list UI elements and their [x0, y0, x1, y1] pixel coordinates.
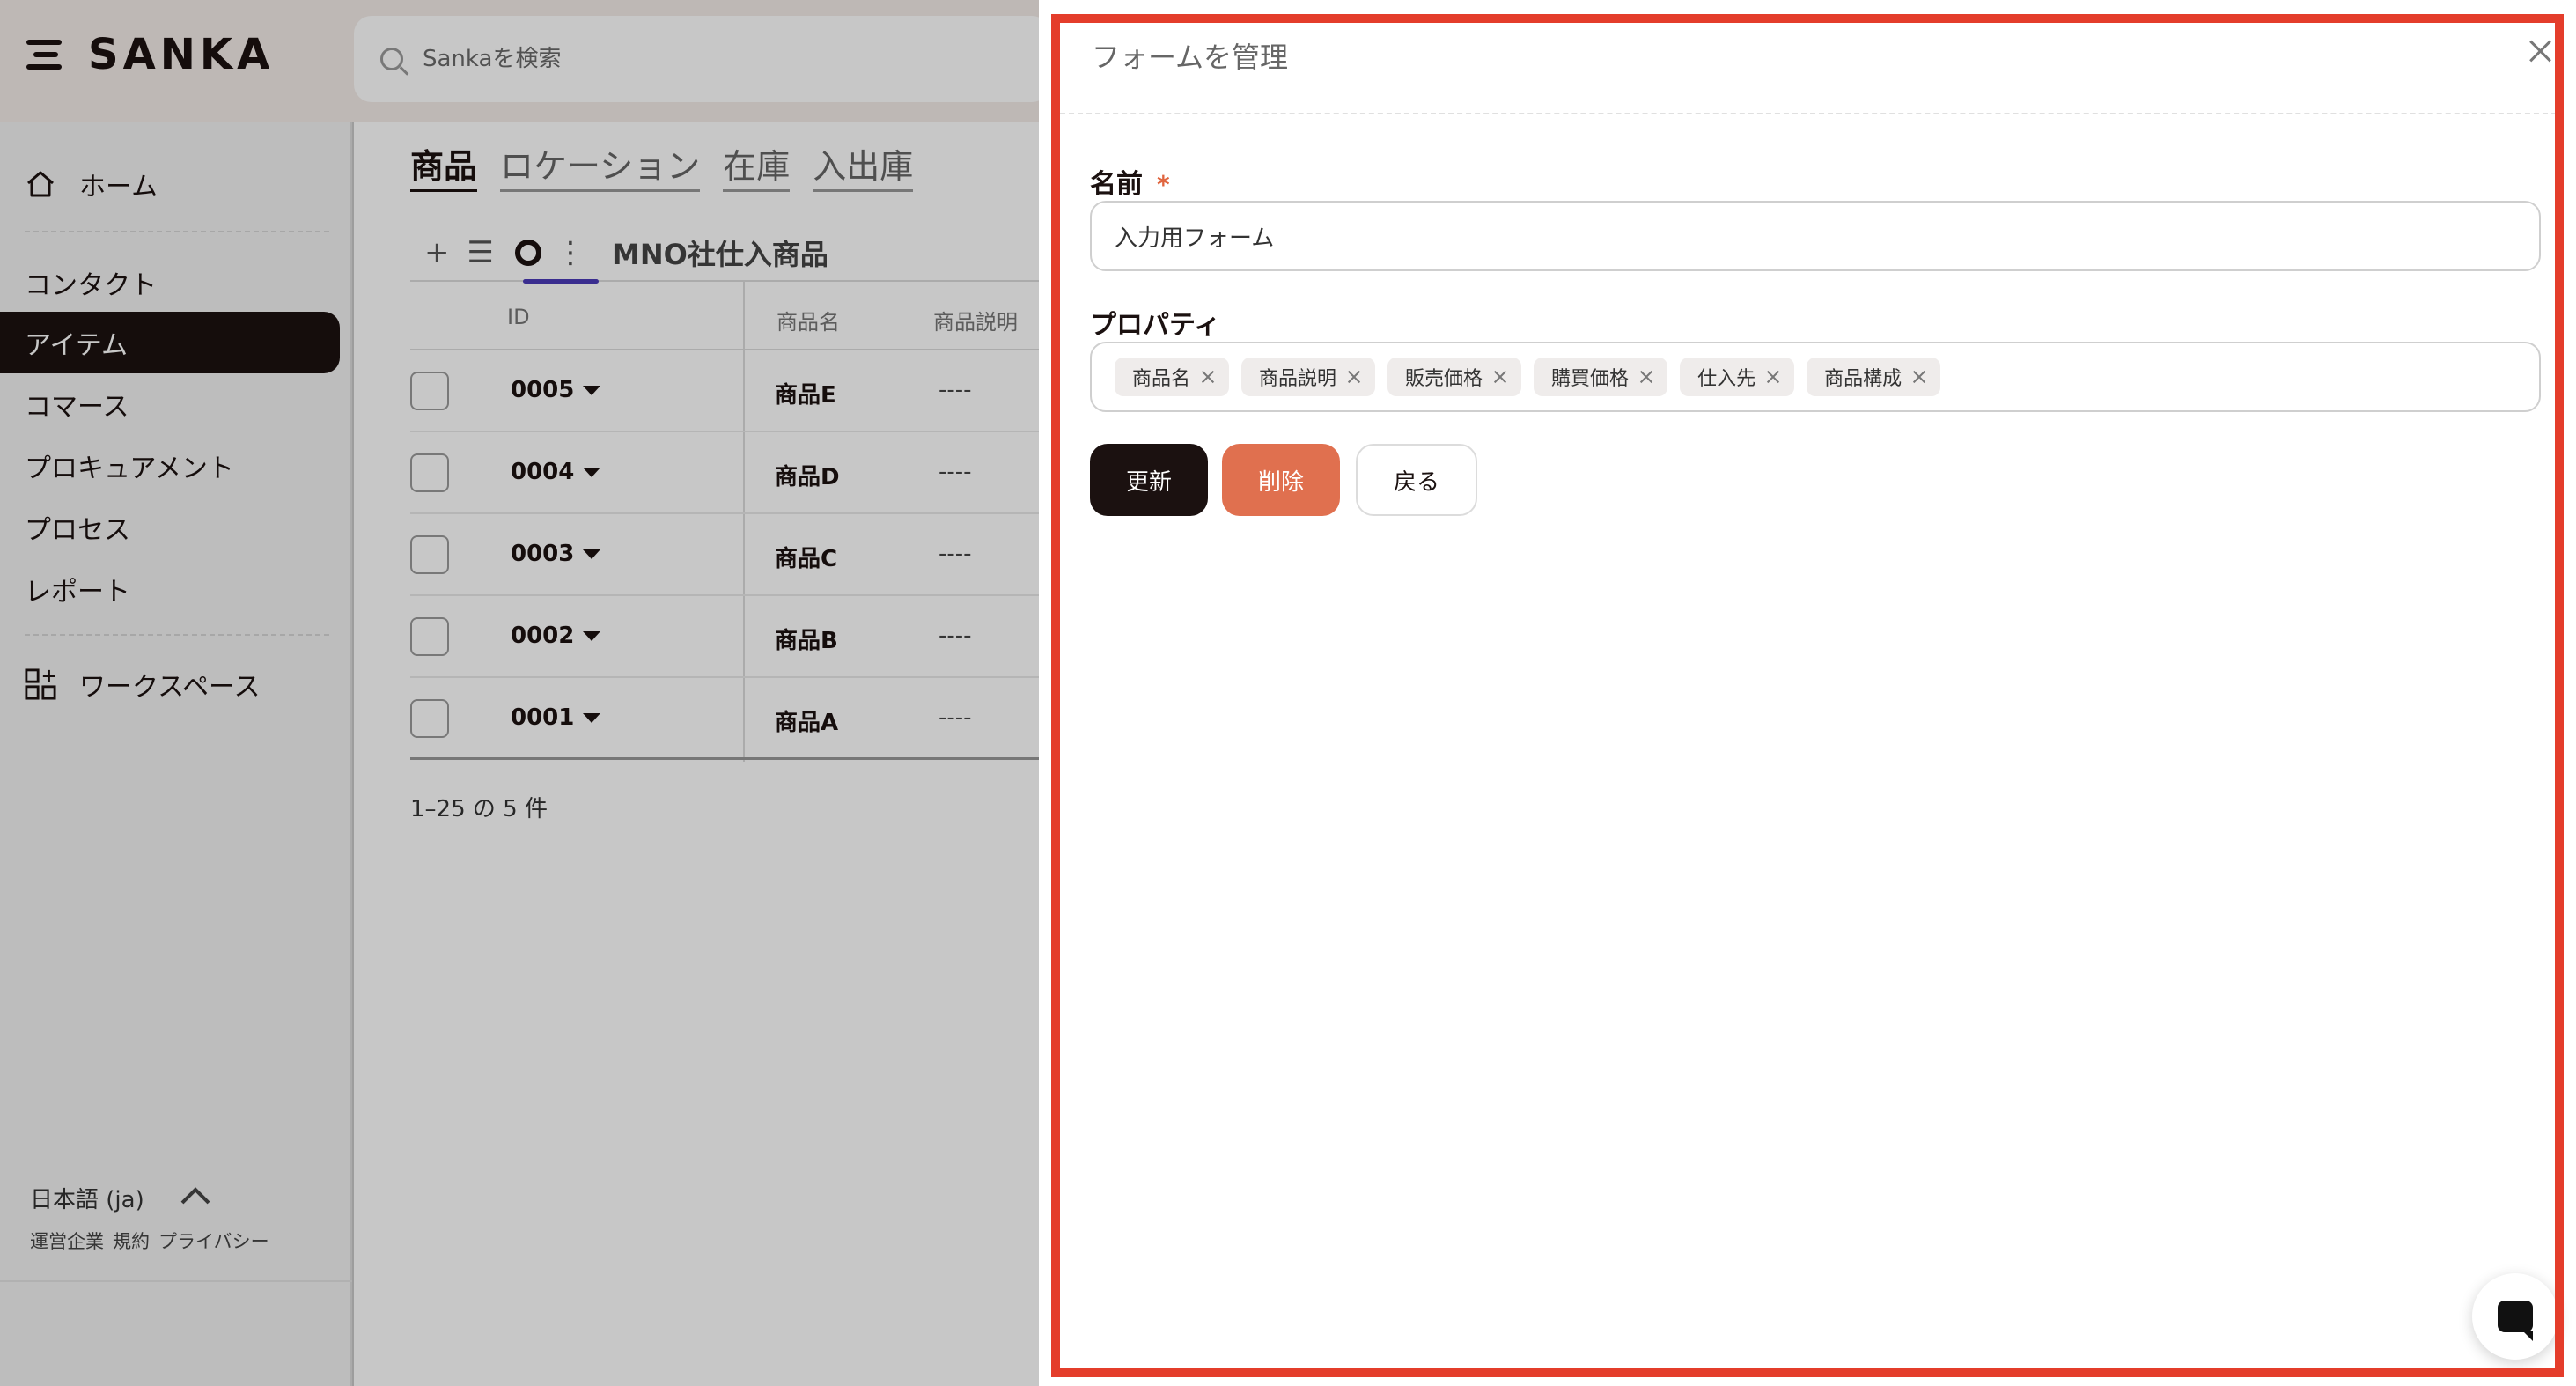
properties-multiselect[interactable]: 商品名 商品説明 販売価格 購買価格 仕入先 商品構成	[1090, 342, 2541, 412]
name-field-label: 名前 *	[1090, 162, 1170, 201]
remove-chip-icon[interactable]	[1912, 370, 1926, 384]
chip-label: 仕入先	[1697, 368, 1756, 390]
chip-label: 販売価格	[1405, 368, 1483, 390]
required-mark: *	[1157, 170, 1170, 199]
chip-label: 購買価格	[1551, 368, 1630, 390]
chip-label: 商品構成	[1824, 368, 1903, 390]
remove-chip-icon[interactable]	[1639, 370, 1653, 384]
drawer-divider	[1060, 113, 2557, 114]
property-chip: 仕入先	[1680, 358, 1795, 396]
property-chip: 商品名	[1115, 358, 1230, 396]
name-label-text: 名前	[1090, 169, 1143, 200]
property-chip: 商品説明	[1241, 358, 1376, 396]
chat-icon	[2498, 1301, 2533, 1341]
chat-button[interactable]	[2472, 1273, 2558, 1360]
form-name-input[interactable]	[1090, 201, 2541, 271]
properties-field-label: プロパティ	[1090, 310, 1221, 341]
property-chip: 商品構成	[1807, 358, 1941, 396]
close-icon[interactable]	[2528, 39, 2553, 63]
remove-chip-icon[interactable]	[1347, 370, 1361, 384]
remove-chip-icon[interactable]	[1201, 370, 1215, 384]
delete-button[interactable]: 削除	[1222, 444, 1340, 516]
remove-chip-icon[interactable]	[1766, 370, 1780, 384]
drawer-title: フォームを管理	[1092, 41, 1289, 74]
update-button[interactable]: 更新	[1090, 444, 1208, 516]
back-button[interactable]: 戻る	[1356, 444, 1477, 516]
chip-label: 商品名	[1132, 368, 1191, 390]
chip-label: 商品説明	[1259, 368, 1337, 390]
property-chip: 購買価格	[1534, 358, 1668, 396]
modal-backdrop[interactable]	[0, 0, 1039, 1386]
remove-chip-icon[interactable]	[1493, 370, 1507, 384]
property-chip: 販売価格	[1387, 358, 1522, 396]
